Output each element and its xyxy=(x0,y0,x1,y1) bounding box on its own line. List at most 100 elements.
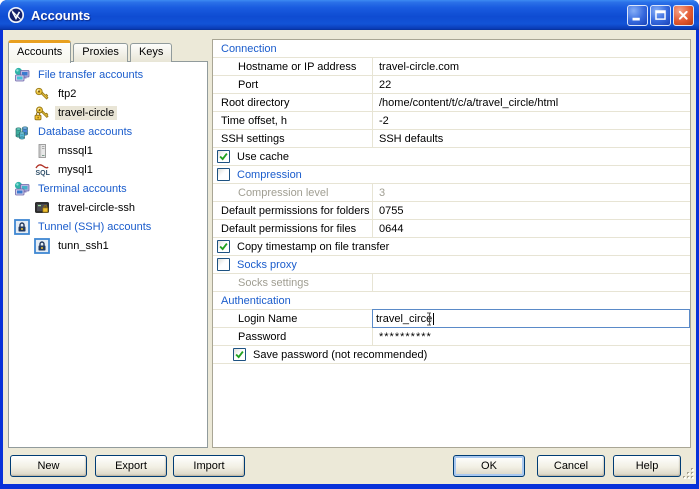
row-label: Root directory xyxy=(213,94,372,111)
databases-icon xyxy=(14,124,30,140)
maximize-icon xyxy=(651,6,670,25)
row-save-password: Save password (not recommended) xyxy=(213,346,690,364)
dialog-client-area: Accounts Proxies Keys File transfer acco… xyxy=(3,30,696,484)
tree-item-travel-circle-ssh[interactable]: travel-circle-ssh xyxy=(9,198,207,217)
row-root-directory: Root directory /home/content/t/c/a/trave… xyxy=(213,94,690,112)
port-value[interactable]: 22 xyxy=(372,76,690,93)
hostname-value[interactable]: travel-circle.com xyxy=(372,58,690,75)
use-cache-checkbox[interactable] xyxy=(217,150,230,163)
tunnel-lock-icon xyxy=(14,219,30,235)
socks-settings-value xyxy=(372,274,690,291)
ssh-settings-value[interactable]: SSH defaults xyxy=(372,130,690,147)
settings-panel: Connection Hostname or IP address travel… xyxy=(212,39,691,448)
tree-item-label: ftp2 xyxy=(55,87,79,101)
row-compression-level: Compression level 3 xyxy=(213,184,690,202)
tab-accounts[interactable]: Accounts xyxy=(8,40,71,63)
new-button[interactable]: New xyxy=(10,455,87,477)
row-label: Socks settings xyxy=(213,274,372,291)
row-label: Compression level xyxy=(213,184,372,201)
tree-category-tunnel-ssh[interactable]: Tunnel (SSH) accounts xyxy=(9,217,207,236)
compression-level-value: 3 xyxy=(372,184,690,201)
app-logo-icon xyxy=(7,6,25,24)
row-socks-proxy: Socks proxy xyxy=(213,256,690,274)
terminal-computers-icon xyxy=(14,181,30,197)
permissions-files-value[interactable]: 0644 xyxy=(372,220,690,237)
tab-proxies[interactable]: Proxies xyxy=(73,43,128,62)
tree-item-tunn-ssh1[interactable]: tunn_ssh1 xyxy=(9,236,207,255)
permissions-folders-value[interactable]: 0755 xyxy=(372,202,690,219)
tab-keys[interactable]: Keys xyxy=(130,43,172,62)
password-value[interactable]: ********** xyxy=(372,328,690,345)
row-label: Time offset, h xyxy=(213,112,372,129)
row-use-cache: Use cache xyxy=(213,148,690,166)
row-label: SSH settings xyxy=(213,130,372,147)
minimize-button[interactable] xyxy=(627,5,648,26)
ibeam-cursor xyxy=(426,312,433,329)
row-permissions-folders: Default permissions for folders 0755 xyxy=(213,202,690,220)
tree-item-label: mssql1 xyxy=(55,144,96,158)
check-icon xyxy=(218,151,229,162)
section-connection: Connection xyxy=(213,40,690,58)
checkbox-label: Copy timestamp on file transfer xyxy=(237,241,389,253)
tree-category-label: Database accounts xyxy=(35,125,135,139)
window-border-bottom xyxy=(0,484,699,489)
tree-category-database[interactable]: Database accounts xyxy=(9,122,207,141)
row-copy-timestamp: Copy timestamp on file transfer xyxy=(213,238,690,256)
tree-category-terminal[interactable]: Terminal accounts xyxy=(9,179,207,198)
compression-checkbox[interactable] xyxy=(217,168,230,181)
svg-text:SQL: SQL xyxy=(36,170,51,177)
tree-item-travel-circle[interactable]: travel-circle xyxy=(9,103,207,122)
key-lock-icon xyxy=(34,105,50,121)
section-authentication: Authentication xyxy=(213,292,690,310)
row-ssh-settings: SSH settings SSH defaults xyxy=(213,130,690,148)
check-icon xyxy=(218,241,229,252)
row-compression: Compression xyxy=(213,166,690,184)
window-title: Accounts xyxy=(31,8,625,23)
row-socks-settings: Socks settings xyxy=(213,274,690,292)
root-directory-value[interactable]: /home/content/t/c/a/travel_circle/html xyxy=(372,94,690,111)
save-password-checkbox[interactable] xyxy=(233,348,246,361)
titlebar[interactable]: Accounts xyxy=(0,0,699,30)
section-label: Connection xyxy=(221,43,277,55)
minimize-icon xyxy=(628,6,647,25)
network-computers-icon xyxy=(14,67,30,83)
row-login-name: Login Name travel_circe xyxy=(213,310,690,328)
row-label: Hostname or IP address xyxy=(213,58,372,75)
tab-strip: Accounts Proxies Keys xyxy=(8,39,174,62)
cancel-button[interactable]: Cancel xyxy=(537,455,605,477)
tree-item-label: tunn_ssh1 xyxy=(55,239,112,253)
check-icon xyxy=(234,349,245,360)
tunnel-lock-icon xyxy=(34,238,50,254)
help-button[interactable]: Help xyxy=(613,455,681,477)
accounts-dialog: Accounts Accounts Proxies Keys File tran… xyxy=(0,0,699,489)
login-name-text: travel_circe xyxy=(376,313,432,325)
database-server-icon xyxy=(34,143,50,159)
row-hostname: Hostname or IP address travel-circle.com xyxy=(213,58,690,76)
login-name-input[interactable]: travel_circe xyxy=(372,309,690,328)
tree-item-mysql1[interactable]: SQL mysql1 xyxy=(9,160,207,179)
time-offset-value[interactable]: -2 xyxy=(372,112,690,129)
section-label: Authentication xyxy=(221,295,291,307)
checkbox-label: Use cache xyxy=(237,151,289,163)
copy-timestamp-checkbox[interactable] xyxy=(217,240,230,253)
tree-category-label: File transfer accounts xyxy=(35,68,146,82)
tree-item-label: mysql1 xyxy=(55,163,96,177)
import-button[interactable]: Import xyxy=(173,455,245,477)
maximize-button[interactable] xyxy=(650,5,671,26)
tree-category-label: Terminal accounts xyxy=(35,182,130,196)
row-label: Port xyxy=(213,76,372,93)
tree-item-label: travel-circle-ssh xyxy=(55,201,138,215)
export-button[interactable]: Export xyxy=(95,455,167,477)
close-icon xyxy=(674,6,693,25)
tree-item-ftp2[interactable]: ftp2 xyxy=(9,84,207,103)
ok-button[interactable]: OK xyxy=(453,455,525,477)
socks-proxy-checkbox[interactable] xyxy=(217,258,230,271)
row-permissions-files: Default permissions for files 0644 xyxy=(213,220,690,238)
resize-grip[interactable] xyxy=(682,467,695,483)
tree-item-label: travel-circle xyxy=(55,106,117,120)
tree-category-file-transfer[interactable]: File transfer accounts xyxy=(9,65,207,84)
tree-item-mssql1[interactable]: mssql1 xyxy=(9,141,207,160)
row-time-offset: Time offset, h -2 xyxy=(213,112,690,130)
text-caret xyxy=(433,313,434,325)
close-button[interactable] xyxy=(673,5,694,26)
